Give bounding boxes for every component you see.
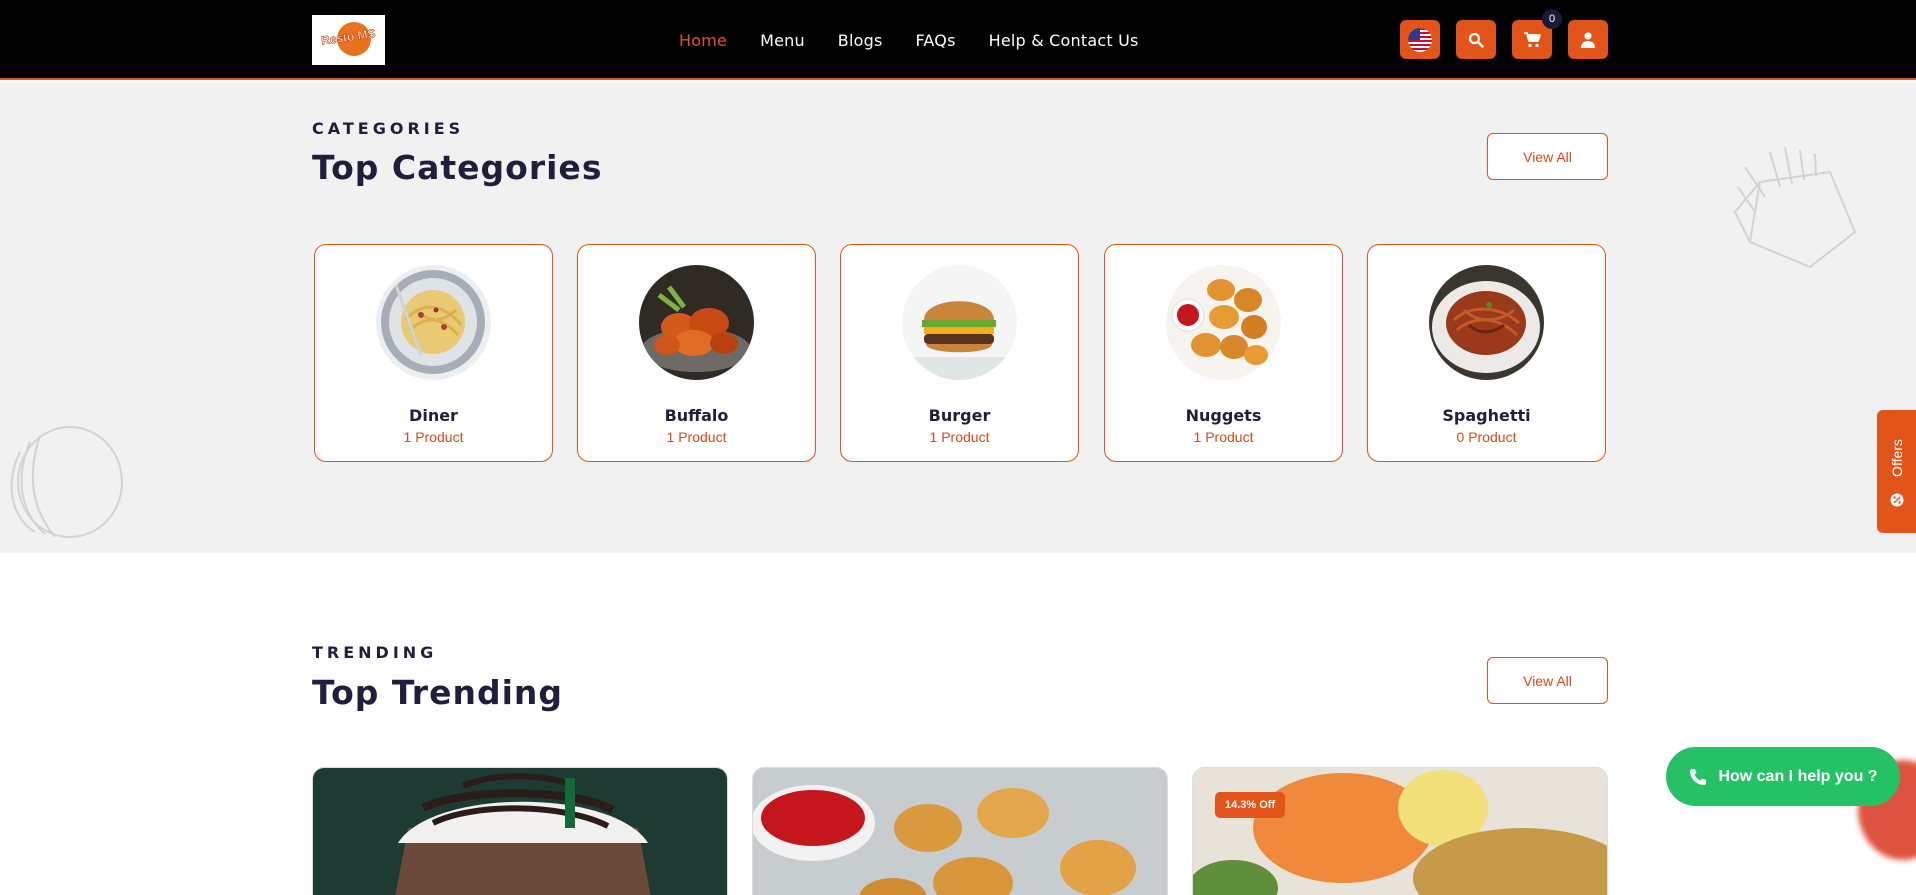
site-logo[interactable]: Resto MS (312, 15, 385, 65)
cart-count-badge: 0 (1542, 9, 1562, 29)
language-button[interactable] (1400, 20, 1440, 59)
us-flag-icon (1408, 27, 1432, 52)
category-image-buffalo (639, 265, 754, 380)
help-label: How can I help you ? (1718, 767, 1878, 785)
trending-eyebrow: TRENDING (312, 643, 438, 662)
category-name: Diner (409, 406, 458, 425)
trending-title: Top Trending (312, 673, 563, 712)
category-card-buffalo[interactable]: Buffalo 1 Product (577, 244, 816, 462)
search-icon (1468, 32, 1484, 48)
nav-menu[interactable]: Menu (760, 31, 805, 50)
product-image-grilled-fish (1193, 768, 1607, 895)
offer-percent-icon (1890, 493, 1903, 507)
category-image-burger (902, 265, 1017, 380)
cart-icon (1524, 31, 1541, 47)
category-image-nuggets (1166, 265, 1281, 380)
fries-outline-decoration (1733, 146, 1857, 269)
category-card-spaghetti[interactable]: Spaghetti 0 Product (1367, 244, 1606, 462)
logo-mark: Resto MS (317, 18, 381, 62)
categories-view-all-button[interactable]: View All (1487, 133, 1608, 180)
category-card-nuggets[interactable]: Nuggets 1 Product (1104, 244, 1343, 462)
phone-icon (1690, 768, 1707, 785)
nav-blogs[interactable]: Blogs (838, 31, 883, 50)
offers-label: Offers (1888, 438, 1905, 477)
category-name: Nuggets (1185, 406, 1262, 425)
account-button[interactable] (1568, 20, 1608, 59)
categories-eyebrow: CATEGORIES (312, 119, 465, 138)
discount-badge: 14.3% Off (1215, 792, 1286, 818)
offers-tab[interactable]: Offers (1877, 410, 1916, 533)
trending-view-all-button[interactable]: View All (1487, 657, 1608, 704)
nav-faqs[interactable]: FAQs (916, 31, 956, 50)
category-name: Spaghetti (1442, 406, 1531, 425)
categories-section: CATEGORIES Top Categories View All Diner… (0, 82, 1916, 553)
user-icon (1581, 31, 1595, 48)
top-navbar: Resto MS Home Menu Blogs FAQs Help & Con… (0, 0, 1916, 80)
category-card-burger[interactable]: Burger 1 Product (840, 244, 1079, 462)
search-button[interactable] (1456, 20, 1496, 59)
category-product-count: 0 Product (1456, 429, 1517, 445)
category-card-diner[interactable]: Diner 1 Product (314, 244, 553, 462)
category-product-count: 1 Product (929, 429, 990, 445)
trending-product-card[interactable] (752, 767, 1168, 895)
category-image-diner (376, 265, 491, 380)
category-product-count: 1 Product (403, 429, 464, 445)
nav-help-contact[interactable]: Help & Contact Us (989, 31, 1139, 50)
category-product-count: 1 Product (666, 429, 727, 445)
trending-product-card[interactable]: 14.3% Off (1192, 767, 1608, 895)
main-nav: Home Menu Blogs FAQs Help & Contact Us (679, 0, 1172, 80)
category-name: Buffalo (664, 406, 729, 425)
category-name: Burger (928, 406, 991, 425)
trending-product-card[interactable] (312, 767, 728, 895)
categories-title: Top Categories (312, 148, 603, 187)
product-image-corn-dogs (753, 768, 1167, 895)
help-chat-button[interactable]: How can I help you ? (1666, 747, 1900, 806)
nav-home[interactable]: Home (679, 31, 727, 50)
category-product-count: 1 Product (1193, 429, 1254, 445)
category-image-spaghetti (1429, 265, 1544, 380)
product-image-frappe (313, 768, 727, 895)
burger-outline-decoration (10, 426, 123, 538)
